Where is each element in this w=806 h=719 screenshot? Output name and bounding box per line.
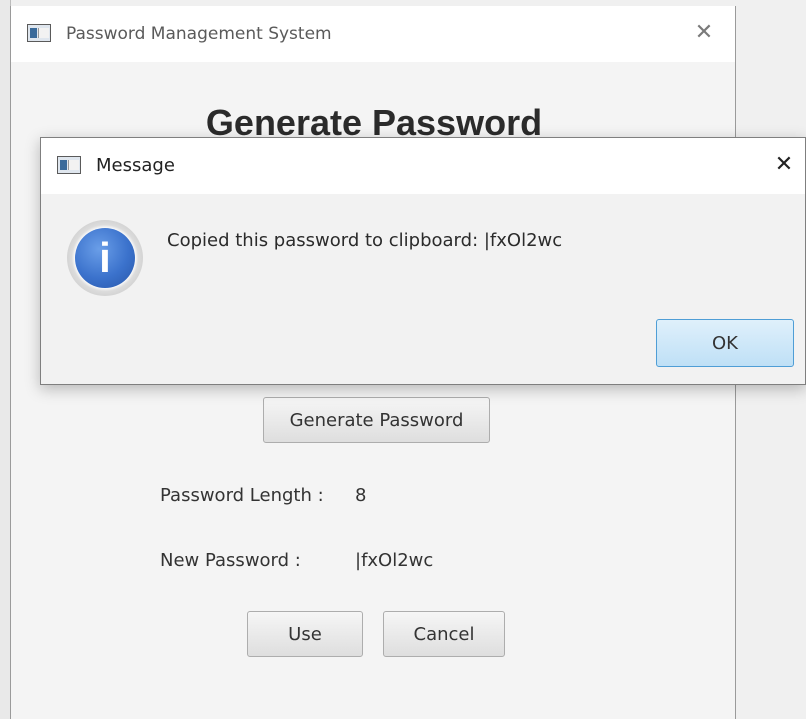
main-window-title: Password Management System bbox=[66, 24, 332, 44]
message-titlebar[interactable]: Message ✕ bbox=[41, 138, 805, 194]
password-length-value: 8 bbox=[355, 485, 367, 506]
new-password-value: |fxOl2wc bbox=[355, 550, 434, 571]
info-icon: i bbox=[67, 220, 143, 296]
message-dialog: Message ✕ i Copied this password to clip… bbox=[40, 137, 806, 385]
generate-password-button[interactable]: Generate Password bbox=[263, 397, 490, 443]
message-dialog-title: Message bbox=[96, 155, 175, 176]
use-button[interactable]: Use bbox=[247, 611, 363, 657]
info-glyph: i bbox=[99, 234, 111, 281]
main-titlebar[interactable]: Password Management System ✕ bbox=[11, 6, 735, 62]
app-icon bbox=[27, 24, 51, 42]
close-icon[interactable]: ✕ bbox=[769, 150, 799, 180]
cancel-button[interactable]: Cancel bbox=[383, 611, 505, 657]
message-text: Copied this password to clipboard: |fxOl… bbox=[167, 230, 563, 251]
close-icon[interactable]: ✕ bbox=[689, 18, 719, 48]
password-length-label: Password Length : bbox=[160, 485, 324, 506]
app-icon bbox=[57, 156, 81, 174]
new-password-label: New Password : bbox=[160, 550, 301, 571]
ok-button[interactable]: OK bbox=[656, 319, 794, 367]
